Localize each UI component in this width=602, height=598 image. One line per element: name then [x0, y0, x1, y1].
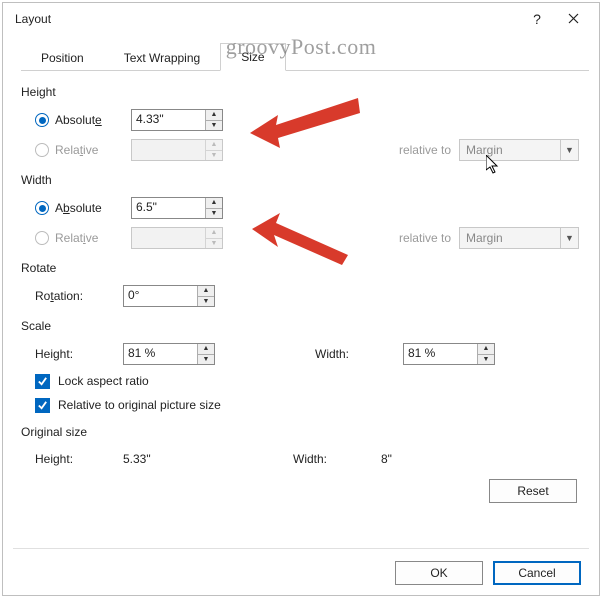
help-button[interactable]: ?	[519, 11, 555, 27]
chevron-down-icon: ▼	[560, 228, 578, 248]
cancel-button[interactable]: Cancel	[493, 561, 581, 585]
spin-up-icon[interactable]: ▲	[198, 286, 214, 297]
spin-down-icon[interactable]: ▼	[206, 121, 222, 131]
tab-text-wrapping[interactable]: Text Wrapping	[104, 45, 220, 71]
separator	[13, 548, 589, 549]
scale-height-spinbox[interactable]: 81 % ▲▼	[123, 343, 215, 365]
height-relative-label: Relative	[55, 143, 131, 157]
spin-up-icon[interactable]: ▲	[478, 344, 494, 355]
original-height-label: Height:	[35, 452, 123, 466]
scale-height-label: Height:	[35, 347, 123, 361]
reset-button[interactable]: Reset	[489, 479, 577, 503]
section-width: Width	[21, 173, 579, 187]
width-absolute-value[interactable]: 6.5"	[132, 198, 205, 218]
spin-down-icon[interactable]: ▼	[198, 297, 214, 307]
width-absolute-label: Absolute	[55, 201, 131, 215]
spin-up-icon[interactable]: ▲	[206, 198, 222, 209]
relative-to-original-label: Relative to original picture size	[58, 398, 221, 412]
original-width-label: Width:	[293, 452, 381, 466]
rotation-value[interactable]: 0°	[124, 286, 197, 306]
original-width-value: 8"	[381, 452, 551, 466]
lock-aspect-ratio-checkbox[interactable]	[35, 374, 50, 389]
width-relative-spinbox: ▲▼	[131, 227, 223, 249]
width-absolute-spinbox[interactable]: 6.5" ▲▼	[131, 197, 223, 219]
height-relative-radio[interactable]	[35, 143, 49, 157]
spin-down-icon: ▼	[206, 239, 222, 249]
original-height-value: 5.33"	[123, 452, 293, 466]
scale-width-value[interactable]: 81 %	[404, 344, 477, 364]
tab-size[interactable]: Size	[220, 43, 285, 71]
section-original-size: Original size	[21, 425, 579, 439]
tab-bar: Position Text Wrapping Size	[21, 41, 589, 71]
spin-down-icon[interactable]: ▼	[206, 209, 222, 219]
spin-up-icon: ▲	[206, 228, 222, 239]
scale-height-value[interactable]: 81 %	[124, 344, 197, 364]
width-absolute-radio[interactable]	[35, 201, 49, 215]
spin-down-icon: ▼	[206, 151, 222, 161]
window-title: Layout	[15, 12, 519, 26]
spin-down-icon[interactable]: ▼	[198, 355, 214, 365]
section-rotate: Rotate	[21, 261, 579, 275]
spin-up-icon: ▲	[206, 140, 222, 151]
width-relative-radio[interactable]	[35, 231, 49, 245]
height-absolute-label: Absolute	[55, 113, 131, 127]
width-relative-to-label: relative to	[399, 231, 451, 245]
width-relative-label: Relative	[55, 231, 131, 245]
close-button[interactable]	[555, 11, 591, 27]
section-scale: Scale	[21, 319, 579, 333]
height-relative-to-label: relative to	[399, 143, 451, 157]
tab-position[interactable]: Position	[21, 45, 104, 71]
relative-to-original-checkbox[interactable]	[35, 398, 50, 413]
height-relative-to-combo: Margin ▼	[459, 139, 579, 161]
height-absolute-spinbox[interactable]: 4.33" ▲▼	[131, 109, 223, 131]
chevron-down-icon: ▼	[560, 140, 578, 160]
spin-down-icon[interactable]: ▼	[478, 355, 494, 365]
height-absolute-radio[interactable]	[35, 113, 49, 127]
spin-up-icon[interactable]: ▲	[206, 110, 222, 121]
ok-button[interactable]: OK	[395, 561, 483, 585]
height-absolute-value[interactable]: 4.33"	[132, 110, 205, 130]
lock-aspect-ratio-label: Lock aspect ratio	[58, 374, 149, 388]
scale-width-label: Width:	[315, 347, 403, 361]
rotation-label: Rotation:	[35, 289, 123, 303]
scale-width-spinbox[interactable]: 81 % ▲▼	[403, 343, 495, 365]
section-height: Height	[21, 85, 579, 99]
height-relative-spinbox: ▲▼	[131, 139, 223, 161]
spin-up-icon[interactable]: ▲	[198, 344, 214, 355]
width-relative-to-combo: Margin ▼	[459, 227, 579, 249]
rotation-spinbox[interactable]: 0° ▲▼	[123, 285, 215, 307]
